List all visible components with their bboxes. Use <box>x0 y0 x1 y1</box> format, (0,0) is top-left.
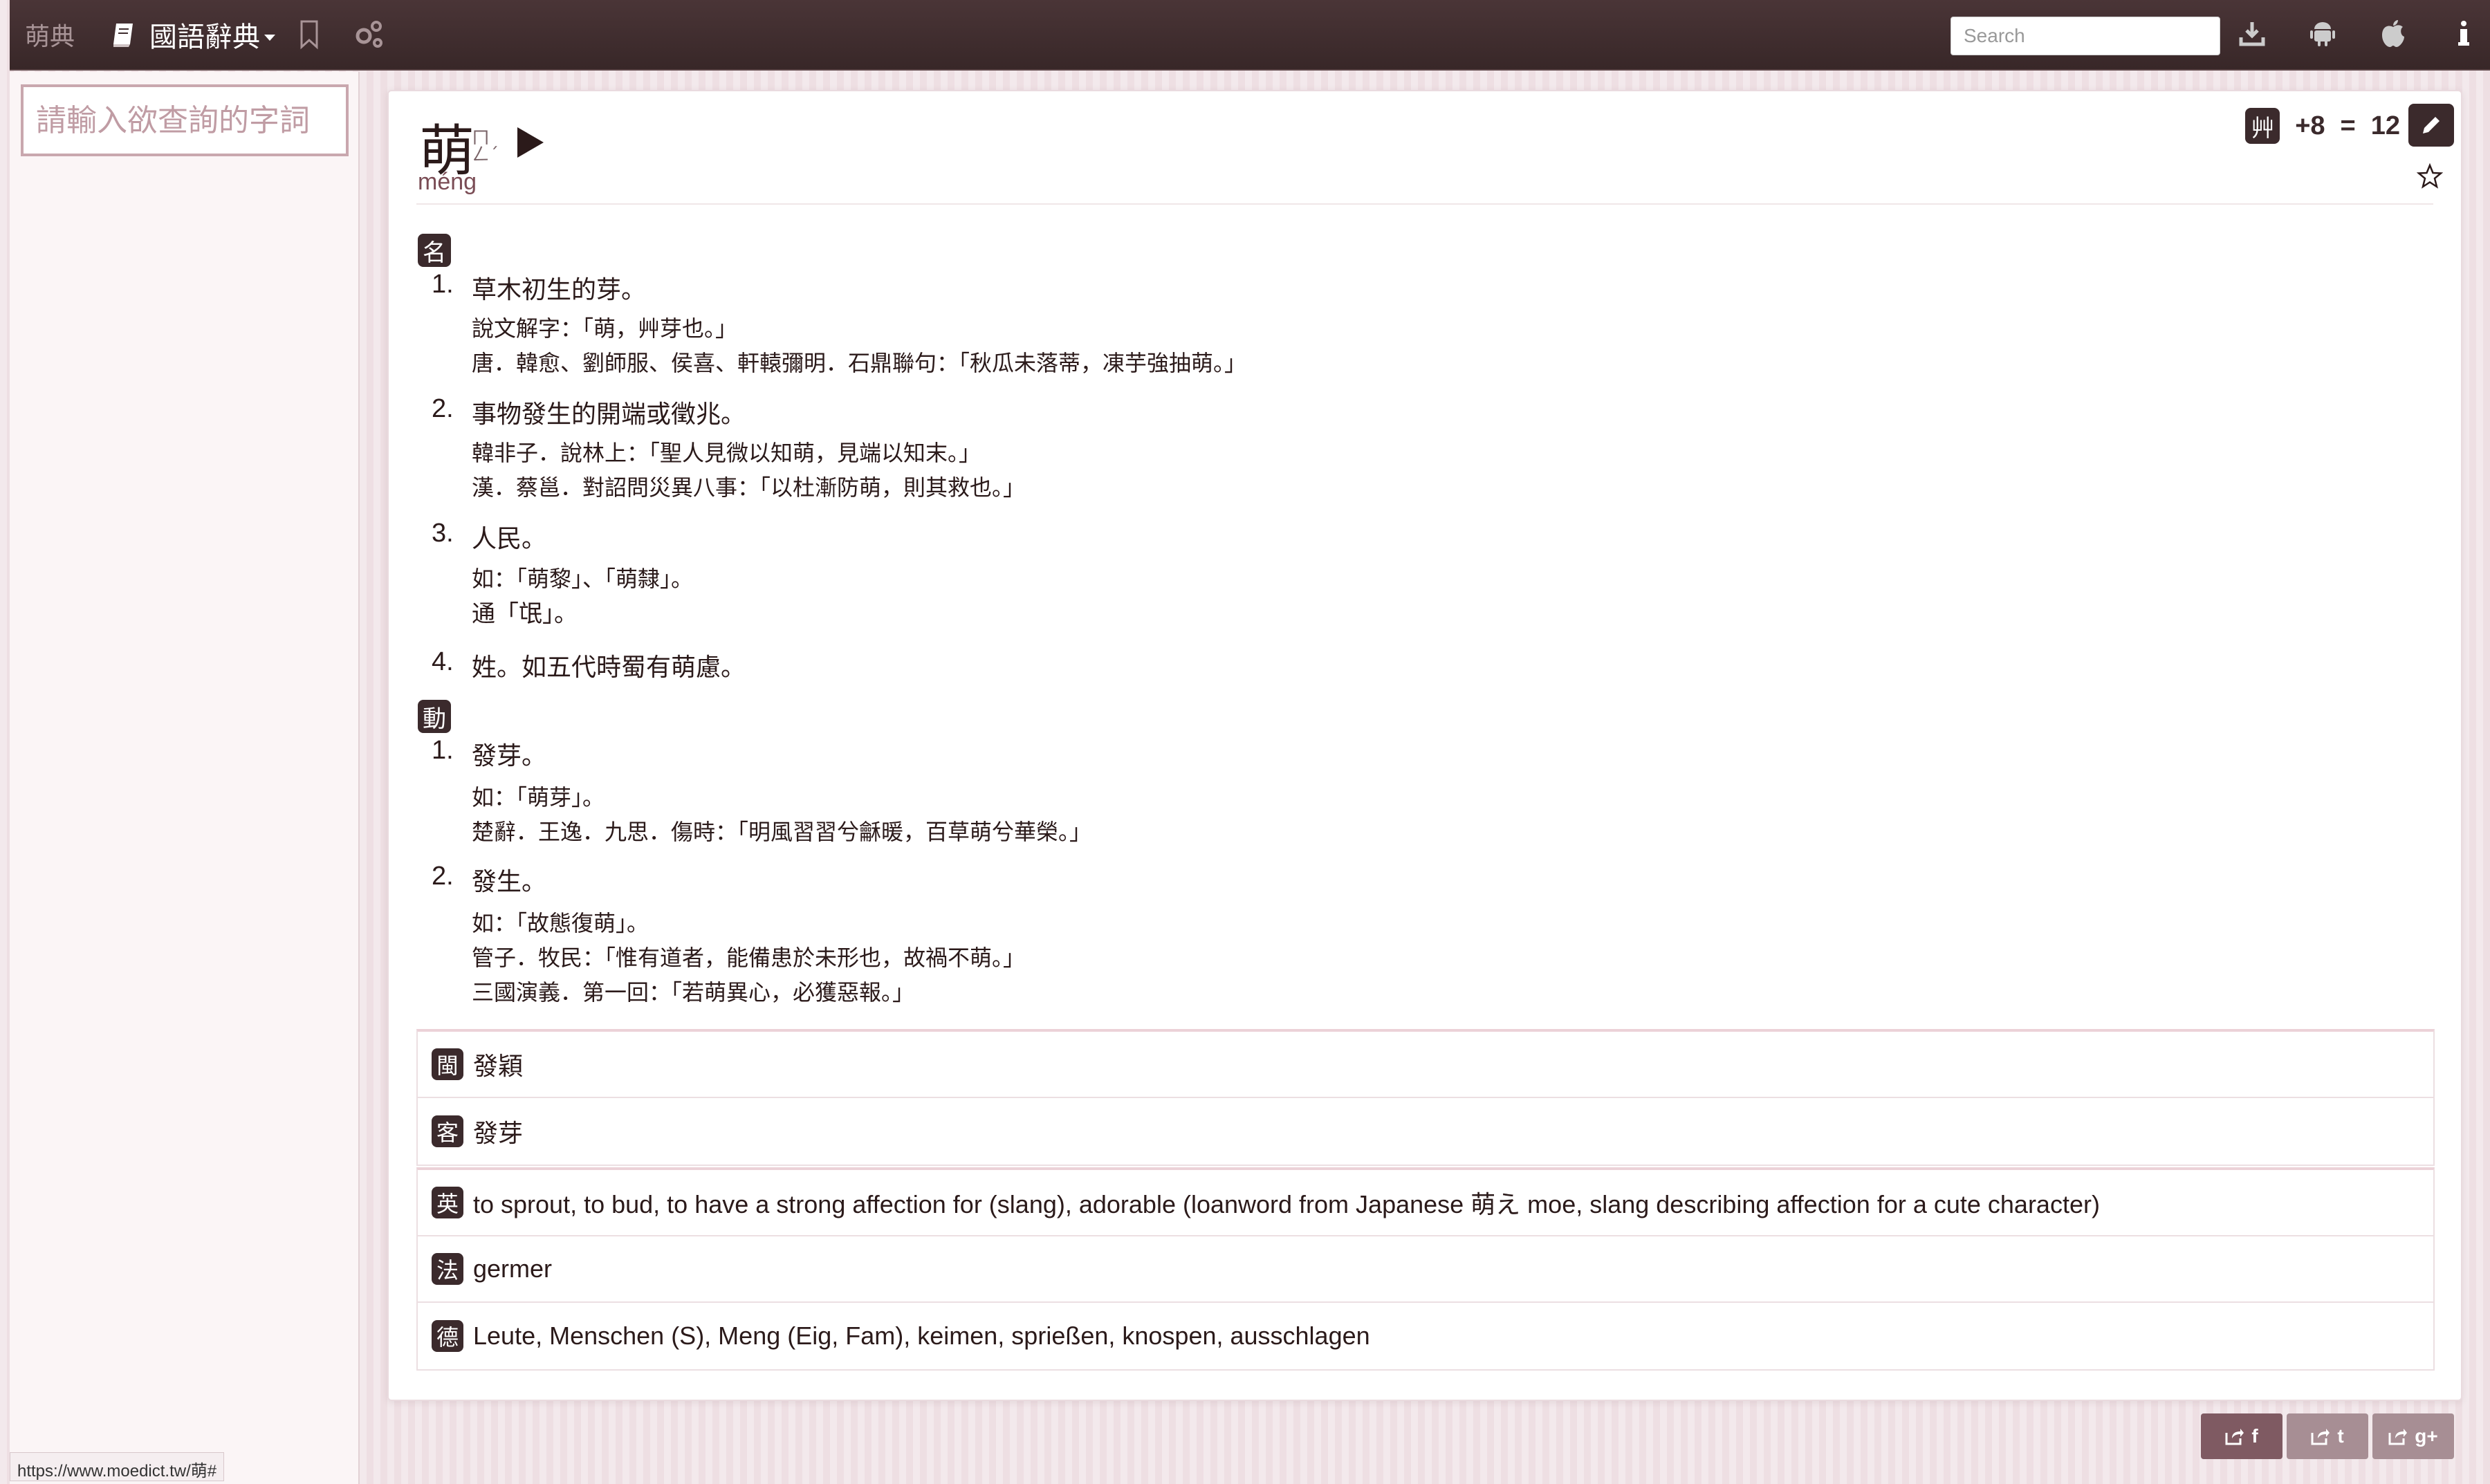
bopomofo-final: ㄥ <box>472 145 490 165</box>
play-audio-icon[interactable] <box>513 124 548 160</box>
top-navbar: 萌典 國語辭典 <box>10 0 2490 71</box>
apple-icon[interactable] <box>2375 15 2411 51</box>
example-quote: 漢．蔡邕．對詔問災異八事：「以杜漸防萌，則其救也。」 <box>472 474 1026 501</box>
status-url: https://www.moedict.tw/萌# <box>10 1452 225 1481</box>
language-badge: 德 <box>432 1320 463 1352</box>
pinyin: méng <box>418 169 477 195</box>
definition-number: 1. <box>432 270 454 299</box>
share-facebook-button[interactable]: f <box>2201 1413 2282 1459</box>
definition-text: 事物發生的開端或徵兆。 <box>472 400 746 429</box>
definition-number: 4. <box>432 647 454 676</box>
example-quote: 如：「故態復萌」。 <box>472 910 649 936</box>
translation-text: to sprout, to bud, to have a strong affe… <box>473 1190 2100 1218</box>
query-input[interactable] <box>21 84 349 156</box>
extra-strokes: +8 <box>2295 111 2325 140</box>
example-quote: 唐．韓愈、劉師服、侯喜、軒轅彌明．石鼎聯句：「秋瓜未落蒂，凍芋強抽萌。」 <box>472 350 1247 376</box>
translation-list: 英 to sprout, to bud, to have a strong af… <box>416 1167 2435 1371</box>
definition-number: 2. <box>432 862 454 891</box>
google-plus-label: g+ <box>2415 1425 2438 1447</box>
definition-text: 發芽。 <box>472 742 547 770</box>
pencil-icon <box>2423 117 2440 133</box>
dialect-badge: 客 <box>432 1115 463 1147</box>
bopomofo-tone: ˊ <box>490 145 499 165</box>
facebook-label: f <box>2251 1425 2258 1447</box>
definition-item: 1. 發芽。 <box>432 736 546 772</box>
translation-text: germer <box>473 1254 553 1283</box>
example-quote: 韓非子．說林上：「聖人見微以知萌，見端以知末。」 <box>472 440 981 466</box>
share-google-plus-button[interactable]: g+ <box>2372 1413 2454 1459</box>
entry-card: 萌 ㄇ ㄥˊ méng 艸 +8 = 12 名 1. 草木初生的芽。 說文解字：「… <box>387 90 2462 1401</box>
radical-stroke-count: 艸 +8 = 12 <box>2245 105 2400 147</box>
dialect-text: 發穎 <box>473 1052 524 1081</box>
radical-badge[interactable]: 艸 <box>2245 108 2280 144</box>
example-quote: 說文解字：「萌，艸芽也。」 <box>472 315 738 342</box>
definition-item: 3. 人民。 <box>432 519 546 555</box>
dialect-list: 閩 發穎 客 發芽 <box>416 1029 2435 1166</box>
download-icon[interactable] <box>2234 15 2270 51</box>
definition-text: 草木初生的芽。 <box>472 276 647 304</box>
bopomofo-annotation: ㄇ ㄥˊ <box>472 129 499 165</box>
example-quote: 管子．牧民：「惟有道者，能備患於未形也，故禍不萌。」 <box>472 945 1026 971</box>
share-icon <box>2225 1429 2244 1445</box>
example-quote: 楚辭．王逸．九思．傷時：「明風習習兮龢暖，百草萌兮華榮。」 <box>472 819 1092 845</box>
share-icon <box>2311 1429 2330 1445</box>
edit-button[interactable] <box>2408 104 2454 147</box>
twitter-label: t <box>2337 1425 2344 1447</box>
caret-down-icon <box>264 34 275 41</box>
bookmark-icon[interactable] <box>297 19 321 50</box>
definition-item: 2. 發生。 <box>432 862 546 898</box>
translation-row-french: 法 germer <box>418 1236 2433 1303</box>
search-input[interactable] <box>1950 17 2220 55</box>
translation-row-german: 德 Leute, Menschen (S), Meng (Eig, Fam), … <box>418 1303 2433 1369</box>
star-icon[interactable] <box>2417 163 2443 189</box>
definition-number: 2. <box>432 394 454 423</box>
example-quote: 如：「萌芽」。 <box>472 784 605 810</box>
share-icon <box>2388 1429 2408 1445</box>
share-twitter-button[interactable]: t <box>2287 1413 2368 1459</box>
pos-badge-noun: 名 <box>418 234 451 267</box>
brand-logo[interactable]: 萌典 <box>25 17 75 53</box>
sidebar <box>10 72 360 1484</box>
definition-item: 1. 草木初生的芽。 <box>432 270 646 306</box>
definition-item: 4. 姓。如五代時蜀有萌慮。 <box>432 647 746 683</box>
definition-text: 姓。如五代時蜀有萌慮。 <box>472 653 746 682</box>
pos-badge-verb: 動 <box>418 700 451 733</box>
android-icon[interactable] <box>2305 15 2341 51</box>
language-badge: 英 <box>432 1187 463 1218</box>
definition-text: 人民。 <box>472 525 547 553</box>
language-badge: 法 <box>432 1253 463 1285</box>
definition-number: 3. <box>432 519 454 548</box>
definition-number: 1. <box>432 736 454 765</box>
gears-icon[interactable] <box>351 17 386 51</box>
definition-note: 通「氓」。 <box>472 600 578 628</box>
dictionary-label: 國語辭典 <box>149 21 260 53</box>
equals-sign: = <box>2340 111 2356 140</box>
definition-item: 2. 事物發生的開端或徵兆。 <box>432 394 746 430</box>
example-quote: 三國演義．第一回：「若萌異心，必獲惡報。」 <box>472 979 915 1005</box>
header-divider <box>416 203 2433 205</box>
total-strokes: 12 <box>2370 111 2400 140</box>
translation-row-english: 英 to sprout, to bud, to have a strong af… <box>418 1170 2433 1236</box>
book-icon <box>113 24 133 47</box>
dialect-row-min[interactable]: 閩 發穎 <box>418 1032 2433 1098</box>
dictionary-dropdown[interactable]: 國語辭典 <box>112 14 275 55</box>
definition-text: 發生。 <box>472 868 547 896</box>
info-icon[interactable] <box>2446 15 2482 51</box>
dialect-text: 發芽 <box>473 1120 524 1148</box>
dialect-row-hakka[interactable]: 客 發芽 <box>418 1098 2433 1165</box>
dialect-badge: 閩 <box>432 1048 463 1080</box>
translation-text: Leute, Menschen (S), Meng (Eig, Fam), ke… <box>473 1321 1370 1350</box>
example-quote: 如：「萌黎」、「萌隸」。 <box>472 566 694 592</box>
